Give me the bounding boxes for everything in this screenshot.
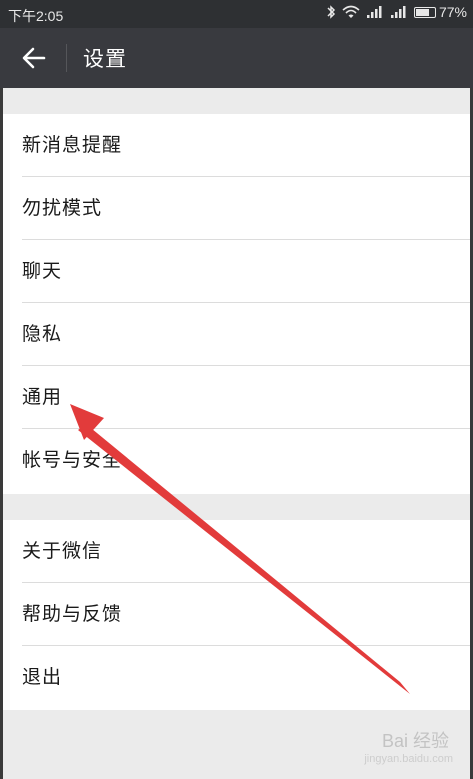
app-bar-divider bbox=[66, 44, 67, 72]
watermark-logo: Bai 经验 bbox=[381, 731, 449, 751]
settings-item-general[interactable]: 通用 bbox=[3, 366, 470, 429]
battery-percent: 77% bbox=[438, 4, 467, 20]
settings-item-notifications[interactable]: 新消息提醒 bbox=[3, 114, 470, 177]
signal-icon bbox=[366, 6, 382, 18]
watermark: Bai 经验 jingyan.baidu.com bbox=[364, 727, 453, 765]
settings-item-label: 通用 bbox=[22, 386, 63, 408]
settings-item-label: 帐号与安全 bbox=[22, 449, 123, 471]
settings-item-privacy[interactable]: 隐私 bbox=[3, 303, 470, 366]
bluetooth-icon bbox=[327, 5, 336, 19]
settings-item-label: 帮助与反馈 bbox=[22, 603, 123, 625]
settings-item-label: 退出 bbox=[22, 666, 63, 688]
settings-item-account-security[interactable]: 帐号与安全 bbox=[3, 429, 470, 492]
settings-list: 新消息提醒 勿扰模式 聊天 隐私 通用 帐号与安全 关于微信 帮助与反馈 退出 bbox=[0, 88, 473, 779]
settings-item-label: 聊天 bbox=[22, 260, 63, 282]
watermark-subtext: jingyan.baidu.com bbox=[364, 753, 453, 765]
page-title: 设置 bbox=[83, 47, 127, 71]
battery-icon bbox=[413, 6, 436, 18]
settings-item-label: 新消息提醒 bbox=[22, 134, 123, 156]
back-button[interactable] bbox=[20, 44, 50, 72]
settings-item-label: 勿扰模式 bbox=[22, 197, 103, 219]
settings-item-label: 关于微信 bbox=[22, 540, 103, 562]
battery-indicator: 77% bbox=[413, 4, 467, 20]
wifi-icon bbox=[342, 5, 360, 18]
settings-item-do-not-disturb[interactable]: 勿扰模式 bbox=[3, 177, 470, 240]
settings-item-logout[interactable]: 退出 bbox=[3, 646, 470, 709]
settings-item-help-feedback[interactable]: 帮助与反馈 bbox=[3, 583, 470, 646]
status-bar: 下午2:05 77% bbox=[0, 0, 473, 28]
status-time: 下午2:05 bbox=[8, 8, 64, 24]
arrow-left-icon bbox=[22, 47, 46, 69]
settings-item-about[interactable]: 关于微信 bbox=[3, 520, 470, 583]
signal-icon bbox=[390, 6, 406, 18]
settings-group-main: 新消息提醒 勿扰模式 聊天 隐私 通用 帐号与安全 bbox=[3, 114, 470, 494]
settings-group-other: 关于微信 帮助与反馈 退出 bbox=[3, 520, 470, 710]
settings-item-label: 隐私 bbox=[22, 323, 63, 345]
settings-item-chat[interactable]: 聊天 bbox=[3, 240, 470, 303]
status-icons: 77% bbox=[326, 4, 467, 20]
app-bar: 设置 bbox=[0, 28, 473, 88]
